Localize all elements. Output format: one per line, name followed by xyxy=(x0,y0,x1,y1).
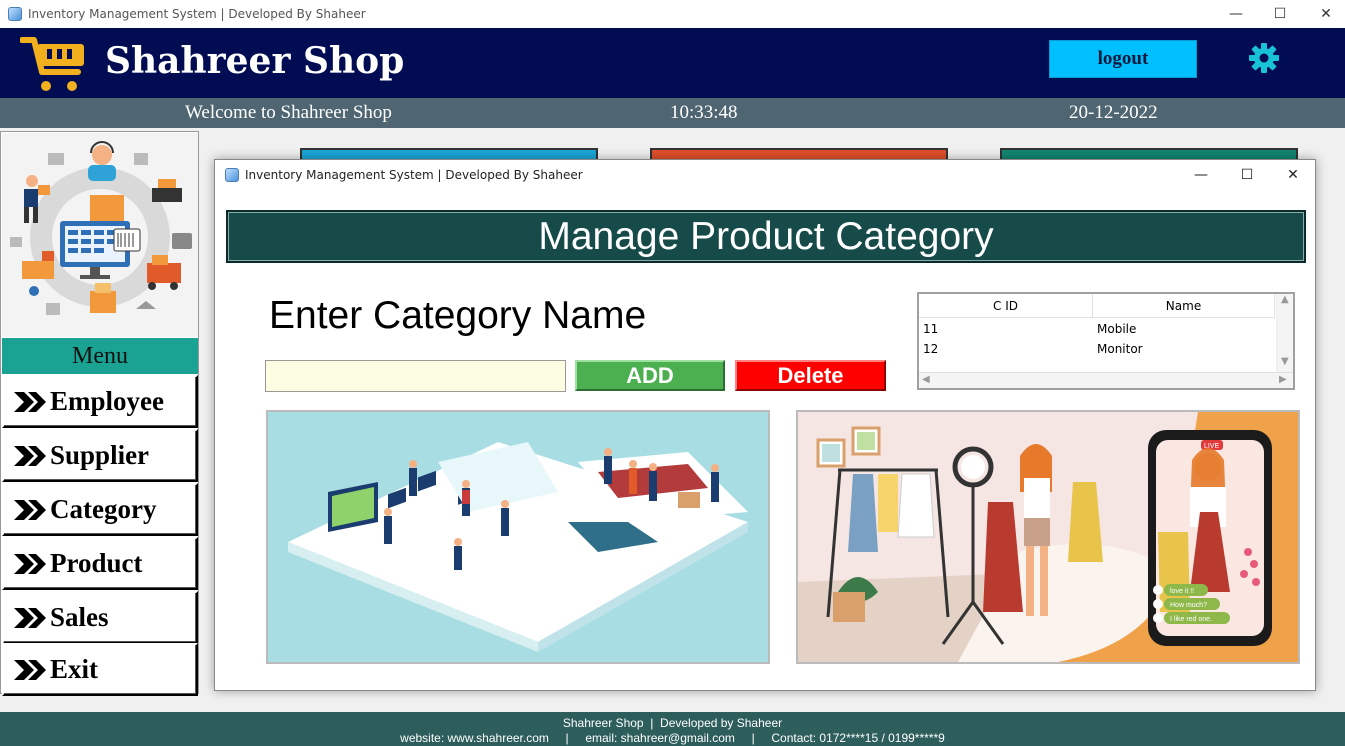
fashion-live-illustration: LIVE love it !! How much? I like red one… xyxy=(796,410,1300,664)
app-icon xyxy=(225,168,239,182)
sidebar-item-employee[interactable]: Employee xyxy=(2,375,198,428)
sidebar-item-label: Supplier xyxy=(50,440,150,470)
menu-heading: Menu xyxy=(2,338,198,374)
category-name-label: Enter Category Name xyxy=(269,294,647,337)
cell-name: Monitor xyxy=(1097,342,1143,356)
window-title: Inventory Management System | Developed … xyxy=(28,7,366,21)
column-header-cid[interactable]: C ID xyxy=(919,294,1093,318)
app-icon xyxy=(8,7,22,21)
inventory-illustration xyxy=(2,133,198,337)
chat-bubble: love it !! xyxy=(1170,588,1194,595)
sidebar-item-supplier[interactable]: Supplier xyxy=(2,429,198,482)
category-window: Inventory Management System | Developed … xyxy=(214,159,1316,691)
scroll-down-icon[interactable]: ▼ xyxy=(1281,356,1289,367)
status-bar: Welcome to Shahreer Shop 10:33:48 20-12-… xyxy=(0,98,1345,128)
table-row[interactable]: 11 Mobile xyxy=(919,319,1275,339)
scroll-right-icon[interactable]: ▶ xyxy=(1279,374,1287,385)
category-table[interactable]: C ID Name 11 Mobile 12 Monitor ▲ ▼ ◀ ▶ xyxy=(917,292,1295,390)
cell-cid: 11 xyxy=(923,322,939,336)
cell-cid: 12 xyxy=(923,342,939,356)
double-chevron-icon xyxy=(14,445,46,466)
table-header: C ID Name xyxy=(919,294,1275,318)
gear-icon[interactable] xyxy=(1248,42,1280,74)
sidebar: Menu Employee Supplier Category Product … xyxy=(0,131,199,696)
chat-bubble: I like red one. xyxy=(1170,616,1212,623)
child-window-title: Inventory Management System | Developed … xyxy=(245,168,583,182)
app-header: Shahreer Shop logout xyxy=(0,28,1345,98)
sidebar-item-product[interactable]: Product xyxy=(2,537,198,590)
store-illustration xyxy=(266,410,770,664)
child-titlebar: Inventory Management System | Developed … xyxy=(215,160,1315,190)
delete-button[interactable]: Delete xyxy=(735,360,886,391)
child-minimize-button[interactable]: — xyxy=(1181,164,1221,186)
close-button[interactable]: ✕ xyxy=(1303,0,1345,28)
double-chevron-icon xyxy=(14,499,46,520)
clock-time: 10:33:48 xyxy=(670,102,738,123)
sidebar-item-label: Category xyxy=(50,494,157,524)
double-chevron-icon xyxy=(14,607,46,628)
double-chevron-icon xyxy=(14,659,46,680)
cell-name: Mobile xyxy=(1097,322,1137,336)
welcome-text: Welcome to Shahreer Shop xyxy=(185,102,392,123)
column-header-name[interactable]: Name xyxy=(1093,294,1275,318)
main-titlebar: Inventory Management System | Developed … xyxy=(0,0,1345,28)
scroll-up-icon[interactable]: ▲ xyxy=(1281,294,1289,305)
shop-title: Shahreer Shop xyxy=(105,40,405,82)
sidebar-item-category[interactable]: Category xyxy=(2,483,198,536)
add-button[interactable]: ADD xyxy=(575,360,725,391)
child-close-button[interactable]: ✕ xyxy=(1273,164,1313,186)
page-title: Manage Product Category xyxy=(226,210,1306,263)
footer: Shahreer Shop | Developed by Shaheer web… xyxy=(0,712,1345,746)
child-maximize-button[interactable]: ☐ xyxy=(1227,164,1267,186)
shopping-cart-icon xyxy=(20,37,84,91)
scroll-left-icon[interactable]: ◀ xyxy=(922,374,930,385)
sidebar-item-sales[interactable]: Sales xyxy=(2,591,198,644)
sidebar-item-label: Product xyxy=(50,548,143,578)
current-date: 20-12-2022 xyxy=(1069,102,1158,123)
sidebar-item-label: Sales xyxy=(50,602,109,632)
category-name-input[interactable] xyxy=(265,360,566,392)
maximize-button[interactable]: ☐ xyxy=(1257,0,1303,28)
double-chevron-icon xyxy=(14,553,46,574)
table-row[interactable]: 12 Monitor xyxy=(919,339,1275,359)
sidebar-item-exit[interactable]: Exit xyxy=(2,643,198,696)
double-chevron-icon xyxy=(14,391,46,412)
sidebar-item-label: Exit xyxy=(50,654,99,684)
logout-button[interactable]: logout xyxy=(1049,40,1197,78)
chat-bubble: How much? xyxy=(1170,602,1207,609)
footer-credit: Shahreer Shop | Developed by Shaheer xyxy=(562,716,783,730)
vertical-scrollbar[interactable]: ▲ ▼ xyxy=(1276,294,1293,372)
minimize-button[interactable]: — xyxy=(1213,0,1259,28)
horizontal-scrollbar[interactable]: ◀ ▶ xyxy=(919,372,1293,388)
footer-contact: website: www.shahreer.com | email: shahr… xyxy=(400,731,945,745)
sidebar-item-label: Employee xyxy=(50,386,164,416)
